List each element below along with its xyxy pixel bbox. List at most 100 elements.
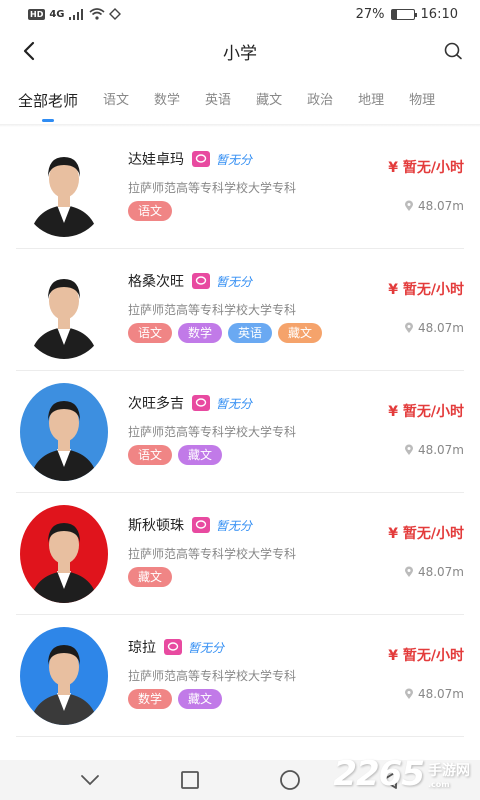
nav-recents-button[interactable] — [175, 765, 205, 795]
rating-text: 暂无分 — [216, 518, 253, 533]
battery-percent: 27% — [355, 6, 385, 22]
subject-tag: 英语 — [228, 323, 273, 343]
tab-label: 全部老师 — [18, 92, 79, 110]
avatar — [20, 383, 108, 481]
header: 小学 — [0, 28, 480, 74]
signal-icon — [68, 8, 83, 20]
circle-icon — [280, 770, 300, 790]
tab-7[interactable]: 物理 — [409, 84, 435, 124]
back-button[interactable] — [16, 38, 42, 64]
teacher-name: 格桑次旺 — [128, 274, 184, 290]
rating-text: 暂无分 — [216, 152, 253, 167]
subject-tags: 语文 藏文 — [128, 445, 223, 465]
subject-tabs: 全部老师 语文 数学 英语 藏文 政治 地理 物理 — [0, 84, 480, 124]
avatar — [20, 139, 108, 237]
tab-2[interactable]: 数学 — [154, 84, 180, 124]
portrait-graphic — [20, 505, 108, 603]
wifi-icon — [88, 8, 105, 20]
tab-active-indicator — [42, 119, 54, 122]
tab-5[interactable]: 政治 — [307, 84, 333, 124]
teacher-row[interactable]: 斯秋顿珠 暂无分 拉萨师范高等专科学校大学专科 藏文 ¥ 暂无/小时 48.07m — [16, 493, 464, 615]
teacher-row[interactable]: 达娃卓玛 暂无分拉萨师范高等专科学校大学专科语文 ¥ 暂无/小时 48.07m — [16, 127, 464, 249]
nav-home-button[interactable] — [275, 765, 305, 795]
clock: 16:10 — [420, 6, 458, 22]
subject-tag: 数学 — [178, 323, 223, 343]
location-pin-icon — [404, 322, 413, 333]
watermark-logo: 2265 手游网 .com — [333, 754, 470, 794]
watermark-text: 手游网 .com — [428, 760, 470, 789]
rating-badge-icon — [192, 273, 210, 289]
rating-badge-icon — [192, 395, 210, 411]
name-line: 达娃卓玛 暂无分 — [128, 149, 252, 169]
distance-value: 48.07m — [417, 687, 464, 701]
school-label: 拉萨师范高等专科学校大学专科 — [128, 547, 297, 561]
distance-value: 48.07m — [417, 443, 464, 457]
teacher-row[interactable]: 琼拉 暂无分 拉萨师范高等专科学校大学专科 数学 藏文 ¥ 暂无/小时 48.07m — [16, 615, 464, 737]
rating: 暂无分 — [192, 517, 252, 534]
location-pin-icon — [404, 566, 413, 577]
subject-tag: 语文 — [128, 323, 173, 343]
tab-3[interactable]: 英语 — [205, 84, 231, 124]
status-bar: HD 4G 27% 16:10 — [0, 0, 480, 28]
school-label: 拉萨师范高等专科学校大学专科 — [128, 425, 297, 439]
school-label: 拉萨师范高等专科学校大学专科 — [128, 181, 297, 195]
rating: 暂无分 — [164, 639, 224, 656]
rating: 暂无分 — [192, 395, 252, 412]
watermark-sub: .com — [428, 779, 450, 789]
chevron-down-icon — [81, 775, 99, 786]
search-icon — [444, 42, 462, 60]
distance: 48.07m — [404, 687, 464, 701]
subject-tags: 数学 藏文 — [128, 689, 223, 709]
distance: 48.07m — [404, 321, 464, 335]
teacher-row[interactable]: 次旺多吉 暂无分 拉萨师范高等专科学校大学专科 语文 藏文 ¥ 暂无/小时 48.07m — [16, 371, 464, 493]
teacher-list: 达娃卓玛 暂无分 拉萨师范高等专科学校大学专科 语文 ¥ 暂无/小时 48.07m 格桑次旺… — [0, 127, 480, 737]
school-label: 拉萨师范高等专科学校大学专科 — [128, 669, 297, 683]
tab-label: 物理 — [409, 93, 436, 108]
portrait-graphic — [20, 261, 108, 359]
price-label: ¥ 暂无/小时 — [388, 160, 464, 176]
subject-tag: 数学 — [128, 689, 173, 709]
portrait-graphic — [20, 139, 108, 237]
name-line: 格桑次旺 暂无分 — [128, 271, 252, 291]
tab-label: 地理 — [358, 93, 385, 108]
subject-tags: 语文 — [128, 201, 173, 221]
battery-icon — [390, 8, 417, 20]
location-pin-icon — [404, 444, 413, 455]
rating: 暂无分 — [192, 273, 252, 290]
square-icon — [181, 771, 199, 789]
distance-value: 48.07m — [417, 565, 464, 579]
rating-badge-icon — [192, 517, 210, 533]
nav-collapse-button[interactable] — [75, 765, 105, 795]
subject-tag: 藏文 — [178, 689, 223, 709]
tab-4[interactable]: 藏文 — [256, 84, 282, 124]
tab-label: 藏文 — [256, 93, 283, 108]
subject-tag: 语文 — [128, 445, 173, 465]
subject-tag: 藏文 — [128, 567, 173, 587]
name-line: 斯秋顿珠 暂无分 — [128, 515, 252, 535]
avatar — [20, 627, 108, 725]
rating-text: 暂无分 — [216, 274, 253, 289]
teacher-name: 达娃卓玛 — [128, 152, 184, 168]
distance: 48.07m — [404, 199, 464, 213]
teacher-name: 次旺多吉 — [128, 396, 184, 412]
tab-label: 数学 — [154, 93, 181, 108]
rating-badge-icon — [164, 639, 182, 655]
watermark-text-main: 手游网 — [428, 762, 470, 779]
tab-0[interactable]: 全部老师 — [18, 84, 78, 124]
battery-fill — [391, 9, 398, 19]
rating: 暂无分 — [192, 151, 252, 168]
page-title: 小学 — [223, 43, 257, 64]
subject-tag: 藏文 — [178, 445, 223, 465]
distance-value: 48.07m — [417, 199, 464, 213]
tab-6[interactable]: 地理 — [358, 84, 384, 124]
rating-text: 暂无分 — [216, 396, 253, 411]
location-pin-icon — [404, 200, 413, 211]
tab-label: 语文 — [103, 93, 130, 108]
status-left: HD 4G — [28, 8, 121, 20]
tab-label: 政治 — [307, 93, 334, 108]
teacher-row[interactable]: 格桑次旺 暂无分 拉萨师范高等专科学校大学专科 语文 数学 英语 藏文 ¥ 暂无/小时 48.0… — [16, 249, 464, 371]
tab-1[interactable]: 语文 — [103, 84, 129, 124]
distance: 48.07m — [404, 443, 464, 457]
search-button[interactable] — [440, 38, 466, 64]
hd-badge: HD — [28, 8, 46, 20]
